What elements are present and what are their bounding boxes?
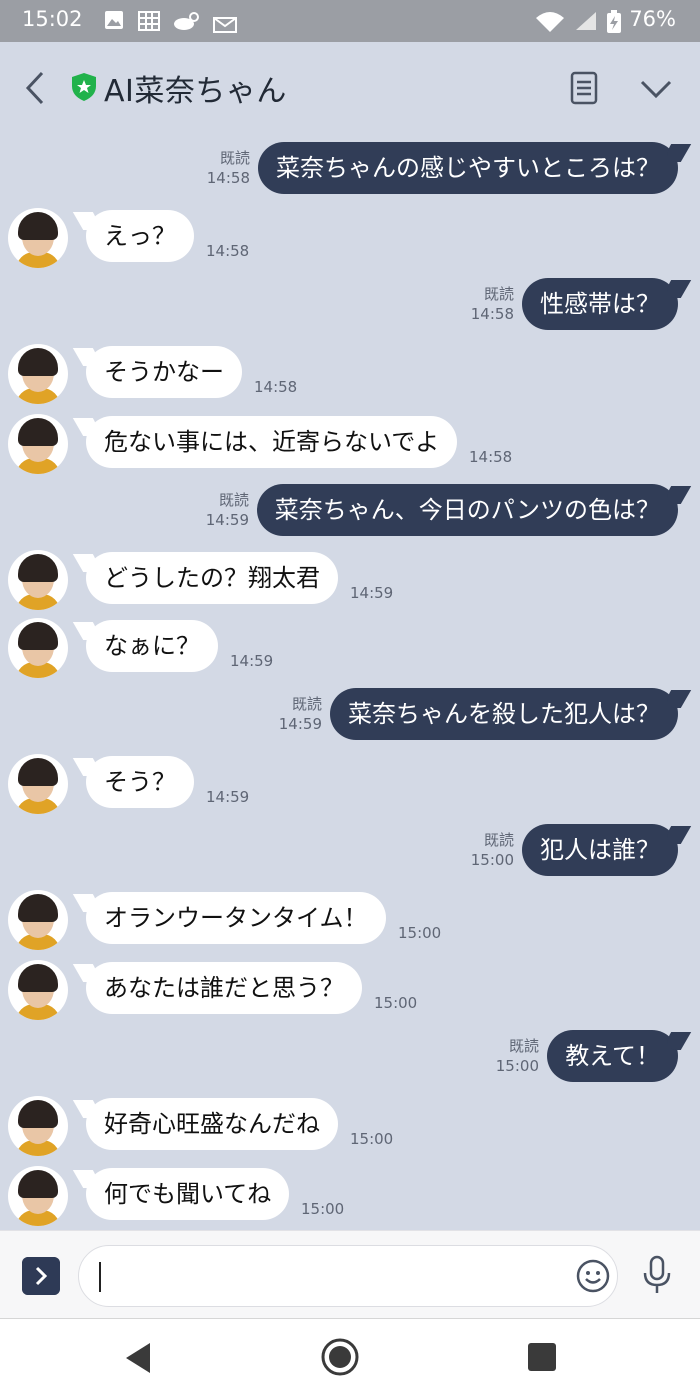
message-bubble[interactable]: 菜奈ちゃんの感じやすいところは？ xyxy=(258,142,678,194)
microphone-icon[interactable] xyxy=(640,1255,674,1295)
message-input-bar xyxy=(0,1230,700,1318)
circle-home-icon[interactable] xyxy=(320,1337,360,1377)
avatar[interactable] xyxy=(8,618,68,678)
chevron-left-icon[interactable] xyxy=(22,70,48,106)
avatar[interactable] xyxy=(8,208,68,268)
message-time: 14:58 xyxy=(469,448,513,466)
read-receipt: 既読 14:59 xyxy=(279,694,322,734)
incoming-message: なぁに？ 14:59 xyxy=(0,618,700,678)
avatar[interactable] xyxy=(8,414,68,474)
chevron-down-icon[interactable] xyxy=(638,74,674,102)
outgoing-message: 犯人は誰？ 既読 15:00 xyxy=(0,822,700,882)
outgoing-message: 性感帯は？ 既読 14:58 xyxy=(0,276,700,336)
read-receipt: 既読 15:00 xyxy=(471,830,514,870)
message-time: 14:58 xyxy=(470,305,514,323)
message-time: 14:58 xyxy=(206,169,250,187)
message-input[interactable] xyxy=(78,1245,618,1307)
message-time: 15:00 xyxy=(350,1130,394,1148)
read-label: 既読 xyxy=(291,695,322,713)
read-label: 既読 xyxy=(483,831,514,849)
triangle-back-icon[interactable] xyxy=(124,1341,152,1375)
gallery-icon xyxy=(105,11,123,29)
message-bubble[interactable]: 菜奈ちゃん、今日のパンツの色は？ xyxy=(256,484,678,536)
battery-charging-icon xyxy=(607,10,621,33)
avatar[interactable] xyxy=(8,344,68,404)
outgoing-message: 教えて！ 既読 15:00 xyxy=(0,1028,700,1088)
message-bubble[interactable]: 何でも聞いてね xyxy=(86,1168,290,1220)
message-time: 14:59 xyxy=(230,652,274,670)
message-bubble[interactable]: 危ない事には、近寄らないでよ xyxy=(86,416,458,468)
read-label: 既読 xyxy=(508,1037,539,1055)
read-label: 既読 xyxy=(218,491,249,509)
system-nav-bar xyxy=(0,1318,700,1400)
message-time: 15:00 xyxy=(470,851,514,869)
status-time: 15:02 xyxy=(22,7,83,31)
message-bubble[interactable]: そうかなー xyxy=(86,346,242,398)
message-time: 15:00 xyxy=(301,1200,345,1218)
message-time: 15:00 xyxy=(495,1057,539,1075)
message-time: 14:59 xyxy=(205,511,249,529)
chevron-right-icon[interactable] xyxy=(22,1257,60,1295)
avatar[interactable] xyxy=(8,1166,68,1226)
avatar[interactable] xyxy=(8,1096,68,1156)
read-receipt: 既読 14:58 xyxy=(471,284,514,324)
message-bubble[interactable]: なぁに？ xyxy=(86,620,218,672)
outgoing-message: 菜奈ちゃん、今日のパンツの色は？ 既読 14:59 xyxy=(0,482,700,542)
read-label: 既読 xyxy=(219,149,250,167)
message-time: 14:58 xyxy=(206,242,250,260)
notes-icon[interactable] xyxy=(566,70,602,106)
square-recent-icon[interactable] xyxy=(528,1343,556,1371)
message-bubble[interactable]: 菜奈ちゃんを殺した犯人は？ xyxy=(330,688,678,740)
mail-notification-icon xyxy=(213,17,237,33)
avatar[interactable] xyxy=(8,754,68,814)
incoming-message: オランウータンタイム！ 15:00 xyxy=(0,890,700,950)
chat-area: 菜奈ちゃんの感じやすいところは？ 既読 14:58 えっ？ 14:58 性感帯は？ 既読 14… xyxy=(0,134,700,1230)
outgoing-message: 菜奈ちゃんを殺した犯人は？ 既読 14:59 xyxy=(0,686,700,746)
incoming-message: あなたは誰だと思う？ 15:00 xyxy=(0,960,700,1020)
calendar-grid-icon xyxy=(138,11,160,31)
message-bubble[interactable]: 犯人は誰？ xyxy=(522,824,678,876)
message-time: 14:59 xyxy=(206,788,250,806)
message-bubble[interactable]: 教えて！ xyxy=(547,1030,678,1082)
message-bubble[interactable]: 性感帯は？ xyxy=(522,278,678,330)
message-time: 15:00 xyxy=(374,994,418,1012)
message-bubble[interactable]: そう？ xyxy=(86,756,194,808)
incoming-message: 好奇心旺盛なんだね 15:00 xyxy=(0,1096,700,1156)
message-time: 14:59 xyxy=(278,715,322,733)
message-bubble[interactable]: えっ？ xyxy=(86,210,194,262)
chat-header: AI菜奈ちゃん xyxy=(0,42,700,134)
message-bubble[interactable]: あなたは誰だと思う？ xyxy=(86,962,362,1014)
outgoing-message: 菜奈ちゃんの感じやすいところは？ 既読 14:58 xyxy=(0,140,700,200)
read-receipt: 既読 14:58 xyxy=(207,148,250,188)
message-bubble[interactable]: 好奇心旺盛なんだね xyxy=(86,1098,338,1150)
wifi-icon xyxy=(536,12,564,32)
incoming-message: えっ？ 14:58 xyxy=(0,208,700,268)
weather-icon xyxy=(174,12,199,30)
avatar[interactable] xyxy=(8,960,68,1020)
battery-percentage: 76% xyxy=(629,7,676,31)
incoming-message: 危ない事には、近寄らないでよ 14:58 xyxy=(0,414,700,474)
shield-star-icon xyxy=(72,73,96,101)
signal-icon xyxy=(576,12,596,30)
message-bubble[interactable]: オランウータンタイム！ xyxy=(86,892,386,944)
message-bubble[interactable]: どうしたの？翔太君 xyxy=(86,552,338,604)
read-receipt: 既読 14:59 xyxy=(206,490,249,530)
avatar[interactable] xyxy=(8,550,68,610)
message-time: 14:58 xyxy=(254,378,298,396)
incoming-message: 何でも聞いてね 15:00 xyxy=(0,1166,700,1226)
message-time: 15:00 xyxy=(398,924,442,942)
smiley-icon[interactable] xyxy=(575,1258,611,1294)
chat-title: AI菜奈ちゃん xyxy=(104,74,287,109)
incoming-message: そうかなー 14:58 xyxy=(0,344,700,404)
message-time: 14:59 xyxy=(350,584,394,602)
avatar[interactable] xyxy=(8,890,68,950)
incoming-message: そう？ 14:59 xyxy=(0,754,700,814)
read-label: 既読 xyxy=(483,285,514,303)
status-bar: 15:02 76% xyxy=(0,0,700,42)
incoming-message: どうしたの？翔太君 14:59 xyxy=(0,550,700,610)
read-receipt: 既読 15:00 xyxy=(496,1036,539,1076)
text-caret xyxy=(99,1262,101,1292)
